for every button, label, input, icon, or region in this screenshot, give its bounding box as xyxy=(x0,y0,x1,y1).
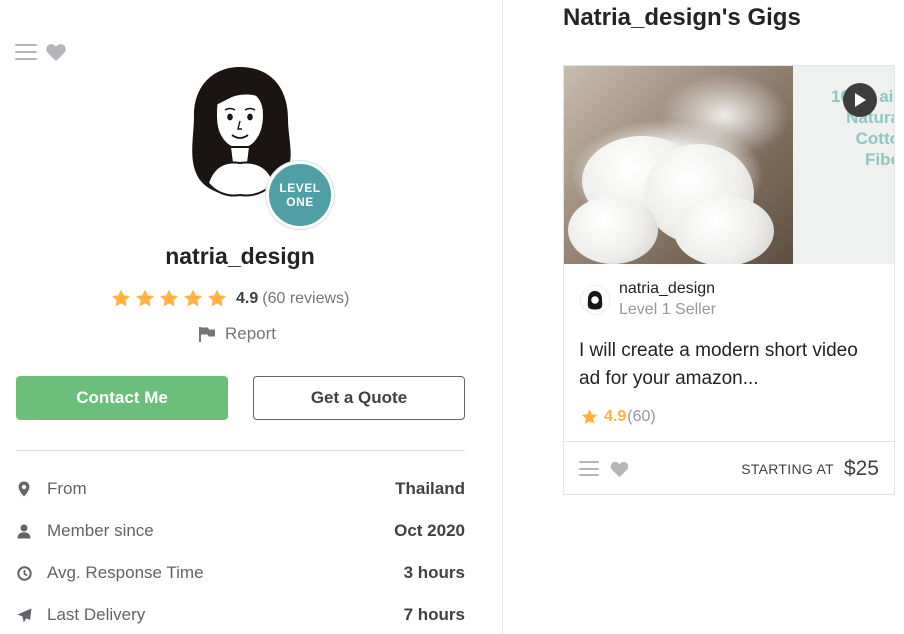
stat-row-last-delivery: Last Delivery 7 hours xyxy=(16,594,465,634)
report-label: Report xyxy=(225,324,277,343)
gig-price: $25 xyxy=(843,456,879,480)
gig-rating: 4.9 (60) xyxy=(580,408,656,426)
clock-icon xyxy=(16,565,32,581)
location-pin-icon xyxy=(16,481,32,497)
stat-row-response-time: Avg. Response Time 3 hours xyxy=(16,552,465,594)
level-badge-line-1: LEVEL xyxy=(279,181,321,195)
star-icon xyxy=(581,409,598,424)
collections-menu-icon[interactable] xyxy=(579,461,599,476)
collections-menu-icon[interactable] xyxy=(15,44,37,60)
profile-actions xyxy=(15,42,67,62)
stat-value: Oct 2020 xyxy=(394,521,465,540)
gig-card[interactable]: 100% air Natura Cotto Fibe natria_design… xyxy=(563,65,895,495)
seller-meta: natria_design Level 1 Seller xyxy=(619,279,716,321)
paper-plane-icon xyxy=(16,607,32,623)
seller-stats: From Thailand Member since Oct 2020 Avg.… xyxy=(16,468,465,634)
stat-label: Avg. Response Time xyxy=(47,563,204,582)
gig-seller-info: natria_design Level 1 Seller xyxy=(580,279,716,321)
divider xyxy=(16,450,465,451)
play-icon xyxy=(855,93,866,107)
star-icon xyxy=(135,289,155,307)
gig-card-footer: STARTING AT $25 xyxy=(564,441,894,495)
stat-row-from: From Thailand xyxy=(16,468,465,510)
gig-rating-score: 4.9 xyxy=(604,408,627,425)
rating-score: 4.9 xyxy=(236,289,259,307)
play-video-button[interactable] xyxy=(843,83,877,117)
heart-icon[interactable] xyxy=(45,42,67,62)
get-a-quote-button[interactable]: Get a Quote xyxy=(253,376,465,420)
stat-label: Last Delivery xyxy=(47,605,146,624)
seller-name[interactable]: natria_design xyxy=(619,279,716,299)
seller-level: Level 1 Seller xyxy=(619,301,716,318)
gigs-section-title: Natria_design's Gigs xyxy=(563,4,801,31)
profile-avatar: LEVEL ONE xyxy=(188,65,336,233)
gig-thumbnail[interactable]: 100% air Natura Cotto Fibe xyxy=(564,66,894,264)
seller-profile-card: LEVEL ONE natria_design 4.9 (60 reviews)… xyxy=(0,0,503,634)
gig-title-link[interactable]: I will create a modern short video ad fo… xyxy=(579,337,879,393)
star-icon xyxy=(111,289,131,307)
star-icon xyxy=(183,289,203,307)
contact-me-button[interactable]: Contact Me xyxy=(16,376,228,420)
stat-value: 7 hours xyxy=(403,605,465,624)
gig-photo xyxy=(564,66,793,264)
profile-username[interactable]: natria_design xyxy=(0,243,480,270)
level-badge-line-2: ONE xyxy=(286,195,314,209)
flag-icon xyxy=(199,327,215,342)
report-link[interactable]: Report xyxy=(198,324,276,344)
stat-row-member-since: Member since Oct 2020 xyxy=(16,510,465,552)
reviews-count-link[interactable]: (60 reviews) xyxy=(262,290,349,308)
gig-rating-count: (60) xyxy=(627,408,656,425)
stat-value: 3 hours xyxy=(403,563,465,582)
stat-label: From xyxy=(47,479,87,498)
rating-stars xyxy=(110,288,228,309)
seller-avatar[interactable] xyxy=(580,285,610,315)
user-icon xyxy=(16,523,32,539)
page: LEVEL ONE natria_design 4.9 (60 reviews)… xyxy=(0,0,904,634)
stat-label: Member since xyxy=(47,521,154,540)
stat-value: Thailand xyxy=(395,479,465,498)
star-icon xyxy=(159,289,179,307)
level-badge: LEVEL ONE xyxy=(266,161,334,229)
heart-icon[interactable] xyxy=(609,460,630,478)
profile-rating: 4.9 (60 reviews) xyxy=(110,288,349,309)
star-icon xyxy=(207,289,227,307)
starting-at-label: STARTING AT xyxy=(741,460,834,477)
